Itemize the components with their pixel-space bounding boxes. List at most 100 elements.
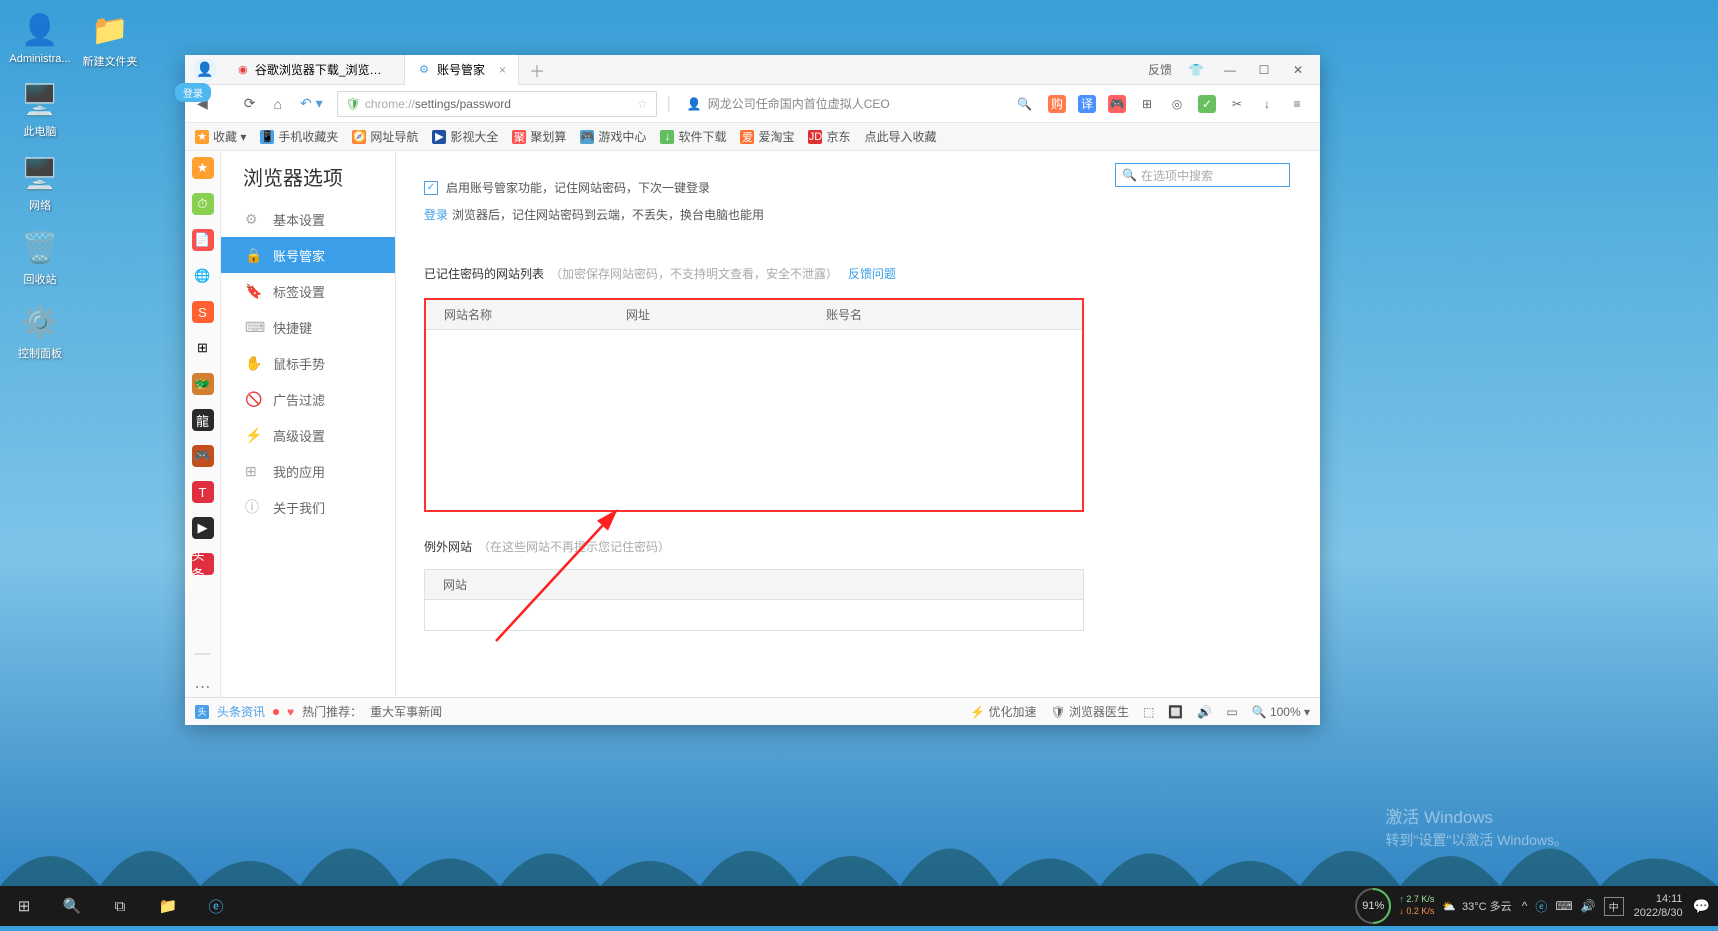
tray-sound-icon[interactable]: 🔊 [1581,899,1596,913]
login-link[interactable]: 登录 [424,208,448,222]
bookmark-6[interactable]: ↓软件下载 [660,128,726,145]
nav-item-5[interactable]: 🚫广告过滤 [221,381,395,417]
nav-item-0[interactable]: ⚙基本设置 [221,201,395,237]
bookmark-label: 软件下载 [678,128,726,145]
hot-news-link[interactable]: 重大军事新闻 [370,703,442,720]
feedback-link[interactable]: 反馈 [1148,61,1172,78]
dock-icon-4[interactable]: S [192,301,214,323]
download-icon[interactable]: ⬚ [1143,705,1154,719]
desktop-icon-network[interactable]: 🖥️网络 [5,154,75,213]
start-button[interactable]: ⊞ [0,886,48,926]
home-button[interactable]: ⌂ [270,92,286,116]
bookmark-star-icon[interactable]: ☆ [637,97,648,111]
dock-icon-8[interactable]: 🎮 [192,445,214,467]
toolbar-icon-2[interactable]: 🎮 [1108,95,1126,113]
profile-avatar[interactable]: 👤 [185,55,225,85]
tray-edge-icon[interactable]: ⓔ [1535,898,1547,915]
dock-icon-9[interactable]: T [192,481,214,503]
notification-icon[interactable]: 💬 [1693,898,1710,915]
search-icon[interactable]: 🔍 [1017,97,1032,111]
dock-icon-5[interactable]: ⊞ [192,337,214,359]
login-badge[interactable]: 登录 [175,83,211,102]
optimize-button[interactable]: ⚡ 优化加速 [970,703,1036,720]
bookmark-2[interactable]: 🧭网址导航 [352,128,418,145]
toolbar-icon-1[interactable]: 译 [1078,95,1096,113]
tray-chevron-icon[interactable]: ^ [1522,899,1528,913]
search-button[interactable]: 🔍 [48,886,96,926]
desktop-icon-controlpanel[interactable]: ⚙️控制面板 [5,302,75,361]
search-options-input[interactable]: 🔍 在选项中搜索 [1115,163,1290,187]
nav-item-6[interactable]: ⚡高级设置 [221,417,395,453]
dock-icon-0[interactable]: ★ [192,157,214,179]
content-area: ★⏱📄🌐S⊞🐲龍🎮T▶头条―⋯ 浏览器选项 ⚙基本设置🔒账号管家🔖标签设置⌨快捷… [185,151,1320,697]
bookmark-4[interactable]: 聚聚划算 [512,128,566,145]
ime-indicator[interactable]: 中 [1604,897,1624,916]
taskbar: ⊞ 🔍 ⧉ 📁 ⓔ 91% ↑ 2.7 K/s ↓ 0.2 K/s ⛅ 33°C… [0,886,1718,926]
sound-icon[interactable]: 🔊 [1197,705,1212,719]
snapshot-icon[interactable]: 🔲 [1168,705,1183,719]
bookmark-8[interactable]: JD京东 [808,128,850,145]
close-button[interactable]: ✕ [1288,63,1308,77]
exception-header: 例外网站（在这些网站不再提示您记住密码） [424,538,1320,555]
bookmark-3[interactable]: ▶影视大全 [432,128,498,145]
dock-icon-1[interactable]: ⏱ [192,193,214,215]
toolbar-icon-4[interactable]: ◎ [1168,95,1186,113]
nav-item-1[interactable]: 🔒账号管家 [221,237,395,273]
toolbar-icon-7[interactable]: ↓ [1258,95,1276,113]
dock-icon-7[interactable]: 龍 [192,409,214,431]
tab-account-manager[interactable]: ⚙ 账号管家 × [405,55,519,85]
nav-item-4[interactable]: ✋鼠标手势 [221,345,395,381]
close-icon[interactable]: × [499,63,506,77]
toolbar-icon-8[interactable]: ≡ [1288,95,1306,113]
explorer-button[interactable]: 📁 [144,886,192,926]
maximize-button[interactable]: ☐ [1254,63,1274,77]
enable-checkbox[interactable]: ✓ [424,181,438,195]
bookmark-7[interactable]: 爱爱淘宝 [740,128,794,145]
bookmark-5[interactable]: 🎮游戏中心 [580,128,646,145]
skin-icon[interactable]: 👕 [1186,63,1206,77]
bookmark-0[interactable]: ★收藏 ▾ [195,128,246,145]
browser-button[interactable]: ⓔ [192,886,240,926]
col-url: 网址 [626,306,826,323]
refresh-button[interactable]: ⟳ [240,91,260,116]
feedback-link[interactable]: 反馈问题 [848,267,896,281]
weather-widget[interactable]: ⛅ 33°C 多云 [1442,898,1511,914]
dock-more[interactable]: ⋯ [195,677,211,697]
desktop-icon-recyclebin[interactable]: 🗑️回收站 [5,228,75,287]
clock[interactable]: 14:11 2022/8/30 [1634,892,1683,921]
nav-item-7[interactable]: ⊞我的应用 [221,453,395,489]
tray-keyboard-icon[interactable]: ⌨ [1555,899,1572,913]
minimize-button[interactable]: ― [1220,63,1240,77]
doctor-button[interactable]: 🛡 浏览器医生 [1050,703,1129,720]
zoom-control[interactable]: 🔍 100% ▾ [1252,705,1310,719]
nav-icon: ⓘ [245,497,261,517]
performance-gauge[interactable]: 91% [1355,888,1391,924]
tab-google-download[interactable]: ◉ 谷歌浏览器下载_浏览器官网入 [225,55,405,85]
nav-item-8[interactable]: ⓘ关于我们 [221,489,395,525]
nav-label: 快捷键 [273,318,312,337]
search-news-box[interactable]: 👤 网龙公司任命国内首位虚拟人CEO 🔍 [681,95,1038,112]
dock-icon-3[interactable]: 🌐 [192,265,214,287]
undo-button[interactable]: ↶ ▾ [296,91,327,116]
nav-item-2[interactable]: 🔖标签设置 [221,273,395,309]
nav-item-3[interactable]: ⌨快捷键 [221,309,395,345]
desktop-icon-thispc[interactable]: 🖥️此电脑 [5,80,75,139]
headline-label[interactable]: 头条资讯 [217,703,265,720]
toolbar-icon-0[interactable]: 购 [1048,95,1066,113]
toolbar-icon-6[interactable]: ✂ [1228,95,1246,113]
pip-icon[interactable]: ▭ [1226,705,1237,719]
desktop-icon-administrator[interactable]: 👤Administra... [5,10,75,65]
desktop-icon-newfolder[interactable]: 📁新建文件夹 [75,10,145,69]
toolbar-icon-3[interactable]: ⊞ [1138,95,1156,113]
bookmark-1[interactable]: 📱手机收藏夹 [260,128,338,145]
dock-icon-11[interactable]: 头条 [192,553,214,575]
url-input[interactable]: 🛡 chrome://settings/password ☆ [337,91,657,117]
new-tab-button[interactable]: ＋ [519,58,555,82]
chrome-icon: ◉ [237,63,249,77]
bookmark-9[interactable]: 点此导入收藏 [864,128,936,145]
dock-icon-10[interactable]: ▶ [192,517,214,539]
taskview-button[interactable]: ⧉ [96,886,144,926]
dock-icon-2[interactable]: 📄 [192,229,214,251]
toolbar-icon-5[interactable]: ✓ [1198,95,1216,113]
dock-icon-6[interactable]: 🐲 [192,373,214,395]
